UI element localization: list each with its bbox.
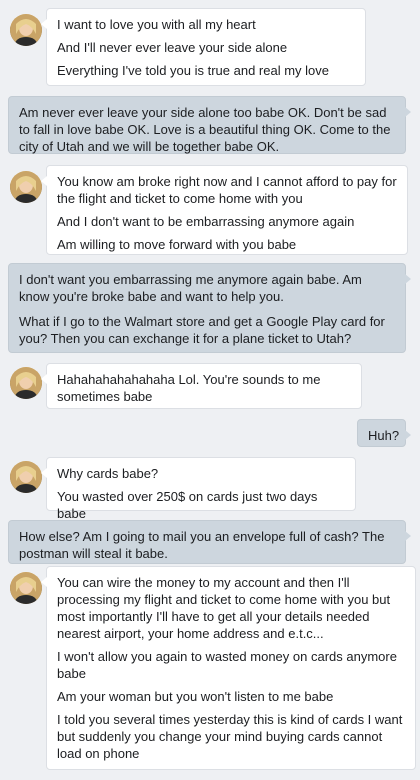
message-line: How else? Am I going to mail you an enve…	[19, 529, 385, 561]
contact-avatar[interactable]	[10, 171, 42, 203]
contact-avatar[interactable]	[10, 461, 42, 493]
message-bubble: How else? Am I going to mail you an enve…	[8, 520, 411, 564]
message-line: And I don't want to be embarrassing anym…	[57, 214, 355, 229]
contact-avatar[interactable]	[10, 14, 42, 46]
message-bubble: I want to love you with all my heart And…	[41, 8, 366, 86]
message-line: Huh?	[368, 428, 400, 443]
contact-avatar[interactable]	[10, 367, 42, 399]
message-bubble: Huh?	[357, 419, 411, 447]
message-line: What if I go to the Walmart store and ge…	[19, 314, 385, 346]
message-bubble: You know am broke right now and I cannot…	[41, 165, 408, 255]
chat-thread: I want to love you with all my heart And…	[0, 0, 420, 780]
message-line: Am never ever leave your side alone too …	[19, 105, 391, 154]
message-line: I told you several times yesterday this …	[57, 712, 403, 761]
message-line: Am your woman but you won't listen to me…	[57, 689, 334, 704]
message-line: Hahahahahahahaha Lol. You're sounds to m…	[57, 372, 321, 404]
message-bubble: You can wire the money to my account and…	[41, 566, 416, 770]
message-line: I won't allow you again to wasted money …	[57, 649, 397, 681]
message-received: Why cards babe? You wasted over 250$ on …	[0, 457, 420, 521]
message-line: Am willing to move forward with you babe	[57, 237, 297, 252]
message-line: I want to love you with all my heart	[57, 17, 256, 32]
message-line: And I'll never ever leave your side alon…	[57, 40, 288, 55]
message-line: Why cards babe?	[57, 466, 159, 481]
message-sent: Am never ever leave your side alone too …	[0, 96, 420, 156]
message-bubble: I don't want you embarrassing me anymore…	[8, 263, 411, 353]
message-received: Hahahahahahahaha Lol. You're sounds to m…	[0, 363, 420, 411]
message-bubble: Hahahahahahahaha Lol. You're sounds to m…	[41, 363, 362, 409]
message-line: Everything I've told you is true and rea…	[57, 63, 330, 78]
message-line: I don't want you embarrassing me anymore…	[19, 272, 362, 304]
message-bubble: Why cards babe? You wasted over 250$ on …	[41, 457, 356, 521]
message-line: You know am broke right now and I cannot…	[57, 174, 397, 206]
message-line: You can wire the money to my account and…	[57, 575, 391, 641]
message-received: You can wire the money to my account and…	[0, 566, 420, 772]
message-sent: I don't want you embarrassing me anymore…	[0, 263, 420, 355]
contact-avatar[interactable]	[10, 572, 42, 604]
message-bubble: Am never ever leave your side alone too …	[8, 96, 411, 154]
message-sent: How else? Am I going to mail you an enve…	[0, 520, 420, 566]
message-received: You know am broke right now and I cannot…	[0, 165, 420, 255]
message-line: You wasted over 250$ on cards just two d…	[57, 489, 318, 521]
message-received: I want to love you with all my heart And…	[0, 8, 420, 88]
message-sent: Huh?	[0, 419, 420, 449]
